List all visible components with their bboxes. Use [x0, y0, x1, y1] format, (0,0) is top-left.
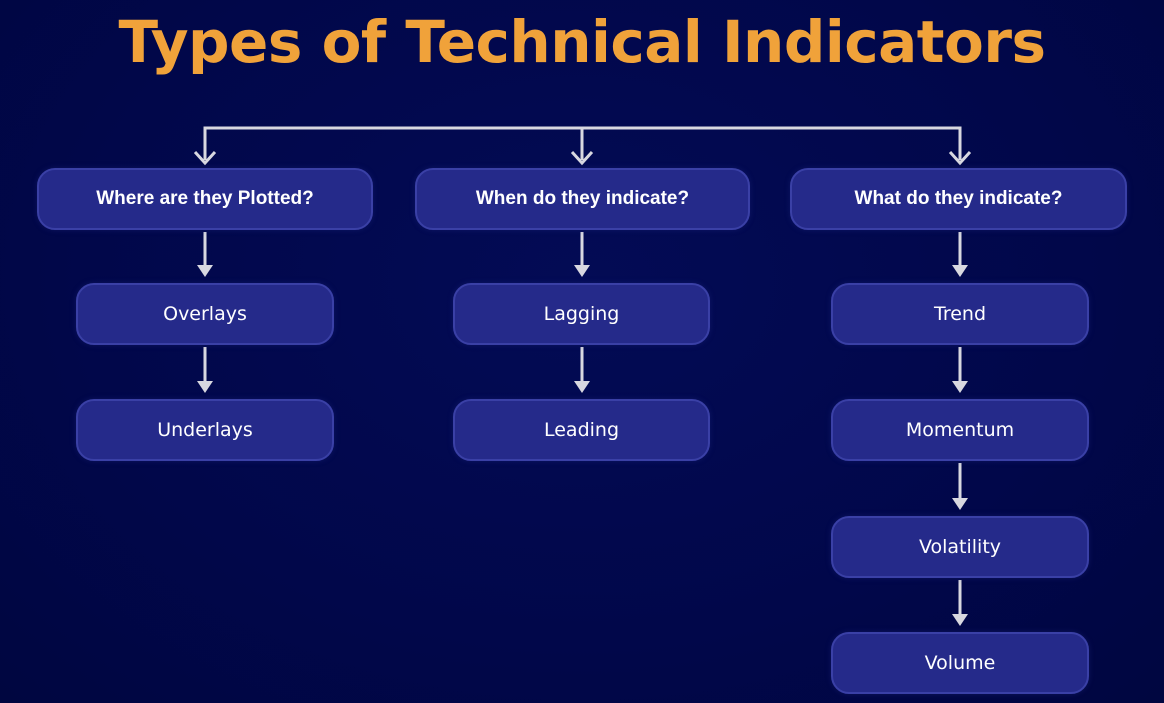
header-where-plotted: Where are they Plotted? [37, 168, 373, 230]
header-label: When do they indicate? [475, 188, 690, 209]
node-label: Volatility [918, 536, 1002, 558]
node-underlays: Underlays [76, 399, 334, 461]
header-label: Where are they Plotted? [96, 188, 314, 209]
node-label: Momentum [905, 419, 1015, 441]
arrow-down-icon [574, 381, 590, 393]
arrow-down-icon [952, 265, 968, 277]
header-label: What do they indicate? [854, 188, 1063, 209]
node-overlays: Overlays [76, 283, 334, 345]
node-volume: Volume [831, 632, 1089, 694]
node-label: Leading [543, 419, 620, 441]
node-lagging: Lagging [453, 283, 710, 345]
node-label: Lagging [543, 303, 620, 325]
arrow-down-icon [952, 498, 968, 510]
node-label: Volume [924, 652, 996, 674]
arrow-down-icon [952, 381, 968, 393]
node-leading: Leading [453, 399, 710, 461]
arrow-down-icon [197, 381, 213, 393]
node-label: Overlays [163, 303, 247, 325]
arrow-down-icon [574, 265, 590, 277]
connector-lines [193, 126, 972, 626]
arrow-down-icon [197, 265, 213, 277]
header-when-indicate: When do they indicate? [415, 168, 750, 230]
header-what-indicate: What do they indicate? [790, 168, 1127, 230]
node-volatility: Volatility [831, 516, 1089, 578]
node-trend: Trend [831, 283, 1089, 345]
node-label: Trend [934, 303, 986, 325]
node-label: Underlays [157, 419, 253, 441]
node-momentum: Momentum [831, 399, 1089, 461]
arrow-down-icon [952, 614, 968, 626]
